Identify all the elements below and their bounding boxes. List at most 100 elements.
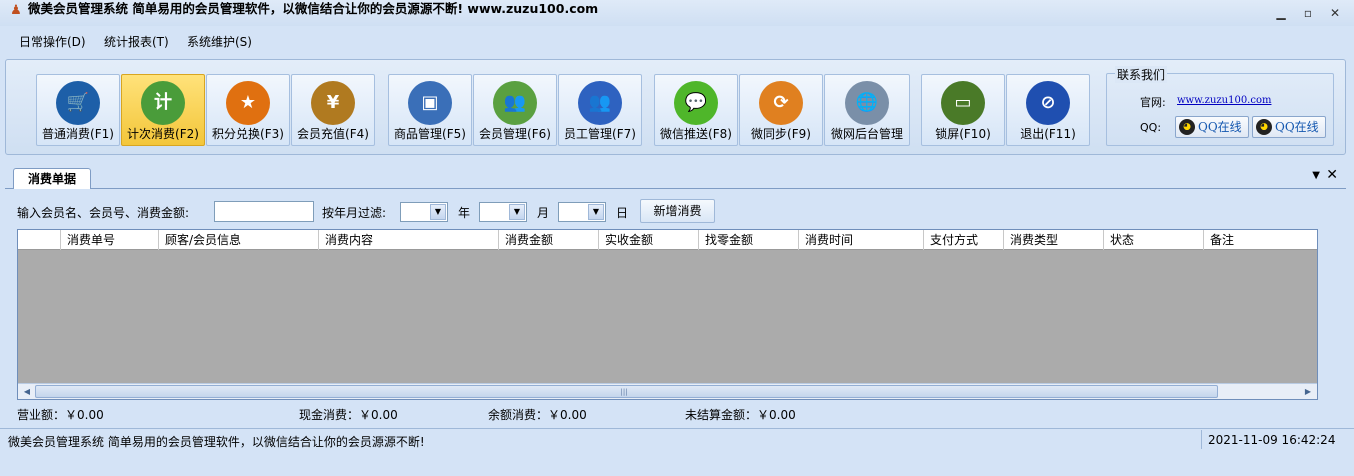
cart-icon: 🛒 — [56, 81, 100, 125]
column-header[interactable]: 状态 — [1103, 230, 1203, 250]
tab-consumption-orders[interactable]: 消费单据 — [13, 168, 91, 190]
toolbar-button-4[interactable]: ¥ 会员充值(F4) — [291, 74, 375, 146]
day-unit-label: 日 — [616, 206, 629, 220]
status-text: 微美会员管理系统 简单易用的会员管理软件，以微信结合让你的会员源源不断! — [8, 435, 425, 449]
toolbar-button-8[interactable]: 💬 微信推送(F8) — [654, 74, 738, 146]
table-header: 消费单号 顾客/会员信息 消费内容 消费金额 实收金额 找零金额 消费时间 支付方式 消费类型状… — [18, 230, 1317, 250]
toolbar-button-label: 普通消费(F1) — [42, 127, 114, 141]
app-logo-icon: ♟ — [10, 3, 22, 18]
monitor-icon: ▭ — [941, 81, 985, 125]
chevron-down-icon[interactable]: ▼ — [430, 204, 446, 220]
menu-daily-ops[interactable]: 日常操作(D) — [19, 33, 86, 50]
toolbar-button-label: 微网后台管理 — [830, 127, 903, 141]
wechat-icon: 💬 — [674, 81, 718, 125]
column-header[interactable]: 实收金额 — [598, 230, 698, 250]
toolbar-button-2[interactable]: 计计次消费(F2) — [121, 74, 205, 146]
horizontal-scrollbar[interactable]: ◀ ||| ▶ — [18, 383, 1317, 399]
toolbar-button-label: 微同步(F9) — [751, 127, 811, 141]
summary-balance: 余额消费：￥0.00 — [488, 408, 587, 422]
grip-icon: ||| — [620, 388, 628, 396]
toolbar-button-label: 退出(F11) — [1020, 127, 1076, 141]
website-label: 官网: — [1140, 96, 1166, 109]
maximize-button[interactable]: ▫ — [1296, 4, 1320, 22]
qq-online-label: QQ在线 — [1198, 120, 1242, 134]
website-link[interactable]: www.zuzu100.com — [1177, 95, 1271, 106]
briefcase-icon: ▣ — [408, 81, 452, 125]
column-header[interactable]: 消费时间 — [798, 230, 923, 250]
sale-tag-icon: 计 — [141, 81, 185, 125]
tab-list-dropdown-icon[interactable]: ▼ — [1312, 170, 1320, 181]
day-select[interactable]: ▼ — [558, 202, 606, 222]
toolbar-button-11[interactable]: ▭ 锁屏(F10) — [921, 74, 1005, 146]
menu-bar: 日常操作(D) 统计报表(T) 系统维护(S) — [0, 28, 1354, 52]
column-header[interactable]: 消费内容 — [318, 230, 498, 250]
consumption-table: 消费单号 顾客/会员信息 消费内容 消费金额 实收金额 找零金额 消费时间 支付方式 消费类型状… — [17, 229, 1318, 400]
close-window-button[interactable]: ✕ — [1323, 4, 1347, 22]
column-header[interactable]: 支付方式 — [923, 230, 1003, 250]
contact-title: 联系我们 — [1115, 66, 1168, 83]
minimize-button[interactable]: ▁ — [1269, 4, 1293, 22]
year-select[interactable]: ▼ — [400, 202, 448, 222]
scrollbar-thumb[interactable]: ||| — [35, 385, 1218, 398]
menu-reports[interactable]: 统计报表(T) — [104, 33, 169, 50]
menu-system[interactable]: 系统维护(S) — [187, 33, 252, 50]
status-time: 2021-11-09 16:42:24 — [1208, 433, 1336, 447]
row-header-cell — [18, 230, 60, 250]
scroll-left-icon[interactable]: ◀ — [19, 385, 35, 399]
summary-revenue: 营业额：￥0.00 — [17, 408, 104, 422]
bottom-strip — [0, 451, 1354, 476]
summary-cash: 现金消费：￥0.00 — [299, 408, 398, 422]
search-input[interactable] — [214, 201, 314, 222]
contact-panel: 联系我们 官网: www.zuzu100.com QQ: ◕ QQ在线 ◕ QQ… — [1106, 66, 1334, 146]
summary-unsettled: 未结算金额：￥0.00 — [685, 408, 796, 422]
column-header[interactable]: 找零金额 — [698, 230, 798, 250]
title-bar: ♟ 微美会员管理系统 简单易用的会员管理软件，以微信结合让你的会员源源不断! w… — [0, 0, 1354, 26]
status-bar: 微美会员管理系统 简单易用的会员管理软件，以微信结合让你的会员源源不断! 202… — [0, 428, 1354, 450]
qq-online-button-2[interactable]: ◕ QQ在线 — [1252, 116, 1326, 138]
toolbar-button-7[interactable]: 👥 员工管理(F7) — [558, 74, 642, 146]
qq-penguin-icon: ◕ — [1256, 119, 1272, 135]
toolbar-button-12[interactable]: ⊘ 退出(F11) — [1006, 74, 1090, 146]
users-green-icon: 👥 — [493, 81, 537, 125]
toolbar-button-10[interactable]: 🌐 微网后台管理 — [824, 74, 910, 146]
scroll-right-icon[interactable]: ▶ — [1300, 385, 1316, 399]
search-label: 输入会员名、会员号、消费金额: — [17, 206, 190, 220]
column-header[interactable]: 消费类型 — [1003, 230, 1103, 250]
qq-label: QQ: — [1140, 121, 1162, 134]
status-time-panel: 2021-11-09 16:42:24 — [1201, 430, 1351, 449]
users-blue-icon: 👥 — [578, 81, 622, 125]
toolbar-button-label: 员工管理(F7) — [564, 127, 636, 141]
toolbar-button-label: 积分兑换(F3) — [212, 127, 284, 141]
year-month-filter-label: 按年月过滤: — [322, 206, 387, 220]
tab-close-icon[interactable]: ✕ — [1326, 167, 1338, 183]
chevron-down-icon[interactable]: ▼ — [588, 204, 604, 220]
month-select[interactable]: ▼ — [479, 202, 527, 222]
column-header[interactable]: 顾客/会员信息 — [158, 230, 318, 250]
toolbar-button-label: 会员管理(F6) — [479, 127, 551, 141]
qq-online-label: QQ在线 — [1275, 120, 1319, 134]
toolbar-button-1[interactable]: 🛒 普通消费(F1) — [36, 74, 120, 146]
exit-icon: ⊘ — [1026, 81, 1070, 125]
sync-icon: ⟳ — [759, 81, 803, 125]
toolbar-button-label: 微信推送(F8) — [660, 127, 732, 141]
column-header[interactable]: 消费金额 — [498, 230, 598, 250]
qq-online-button-1[interactable]: ◕ QQ在线 — [1175, 116, 1249, 138]
toolbar-button-label: 会员充值(F4) — [297, 127, 369, 141]
toolbar-button-label: 计次消费(F2) — [127, 127, 199, 141]
qq-penguin-icon: ◕ — [1179, 119, 1195, 135]
toolbar-button-3[interactable]: ★ 积分兑换(F3) — [206, 74, 290, 146]
toolbar-button-9[interactable]: ⟳ 微同步(F9) — [739, 74, 823, 146]
star-icon: ★ — [226, 81, 270, 125]
toolbar-button-label: 锁屏(F10) — [935, 127, 991, 141]
window-title: 微美会员管理系统 简单易用的会员管理软件，以微信结合让你的会员源源不断! www… — [28, 1, 599, 16]
column-header[interactable]: 消费单号 — [60, 230, 158, 250]
chevron-down-icon[interactable]: ▼ — [509, 204, 525, 220]
add-consumption-button[interactable]: 新增消费 — [640, 199, 715, 223]
column-header[interactable]: 备注 — [1203, 230, 1317, 250]
tab-strip: 消费单据 ▼ ✕ — [5, 165, 1346, 190]
toolbar-button-6[interactable]: 👥 会员管理(F6) — [473, 74, 557, 146]
toolbar-button-5[interactable]: ▣ 商品管理(F5) — [388, 74, 472, 146]
year-unit-label: 年 — [458, 206, 471, 220]
web-folder-icon: 🌐 — [845, 81, 889, 125]
consumption-panel: 输入会员名、会员号、消费金额: 按年月过滤: ▼ 年 ▼ 月 ▼ 日 新增消费 … — [5, 189, 1346, 425]
